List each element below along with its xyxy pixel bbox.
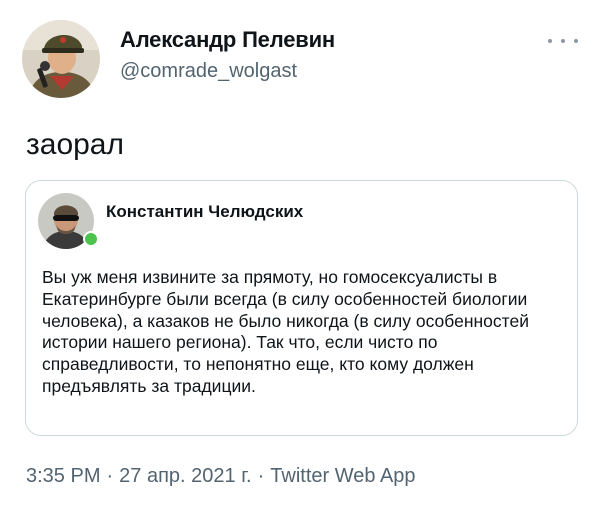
online-status-icon <box>83 231 99 247</box>
tweet-date[interactable]: 27 апр. 2021 г. <box>119 465 251 487</box>
quoted-tweet-card[interactable]: Константин Челюдских Вы уж меня извините… <box>25 180 578 436</box>
author-avatar[interactable] <box>22 20 100 98</box>
meta-separator: · <box>106 465 114 487</box>
tweet-time[interactable]: 3:35 PM <box>26 465 100 487</box>
meta-separator: · <box>257 465 265 487</box>
more-horizontal-icon[interactable] <box>548 36 578 46</box>
more-dot <box>561 39 565 43</box>
tweet-meta: 3:35 PM · 27 апр. 2021 г. · Twitter Web App <box>26 465 416 488</box>
quoted-author-name[interactable]: Константин Челюдских <box>106 202 303 222</box>
more-dot <box>574 39 578 43</box>
author-name[interactable]: Александр Пелевин <box>120 27 335 53</box>
author-handle[interactable]: @comrade_wolgast <box>120 60 297 83</box>
tweet-source[interactable]: Twitter Web App <box>270 465 415 487</box>
quoted-tweet-text: Вы уж меня извините за прямоту, но гомос… <box>42 267 529 396</box>
more-dot <box>548 39 552 43</box>
tweet-text: заорал <box>26 128 124 161</box>
